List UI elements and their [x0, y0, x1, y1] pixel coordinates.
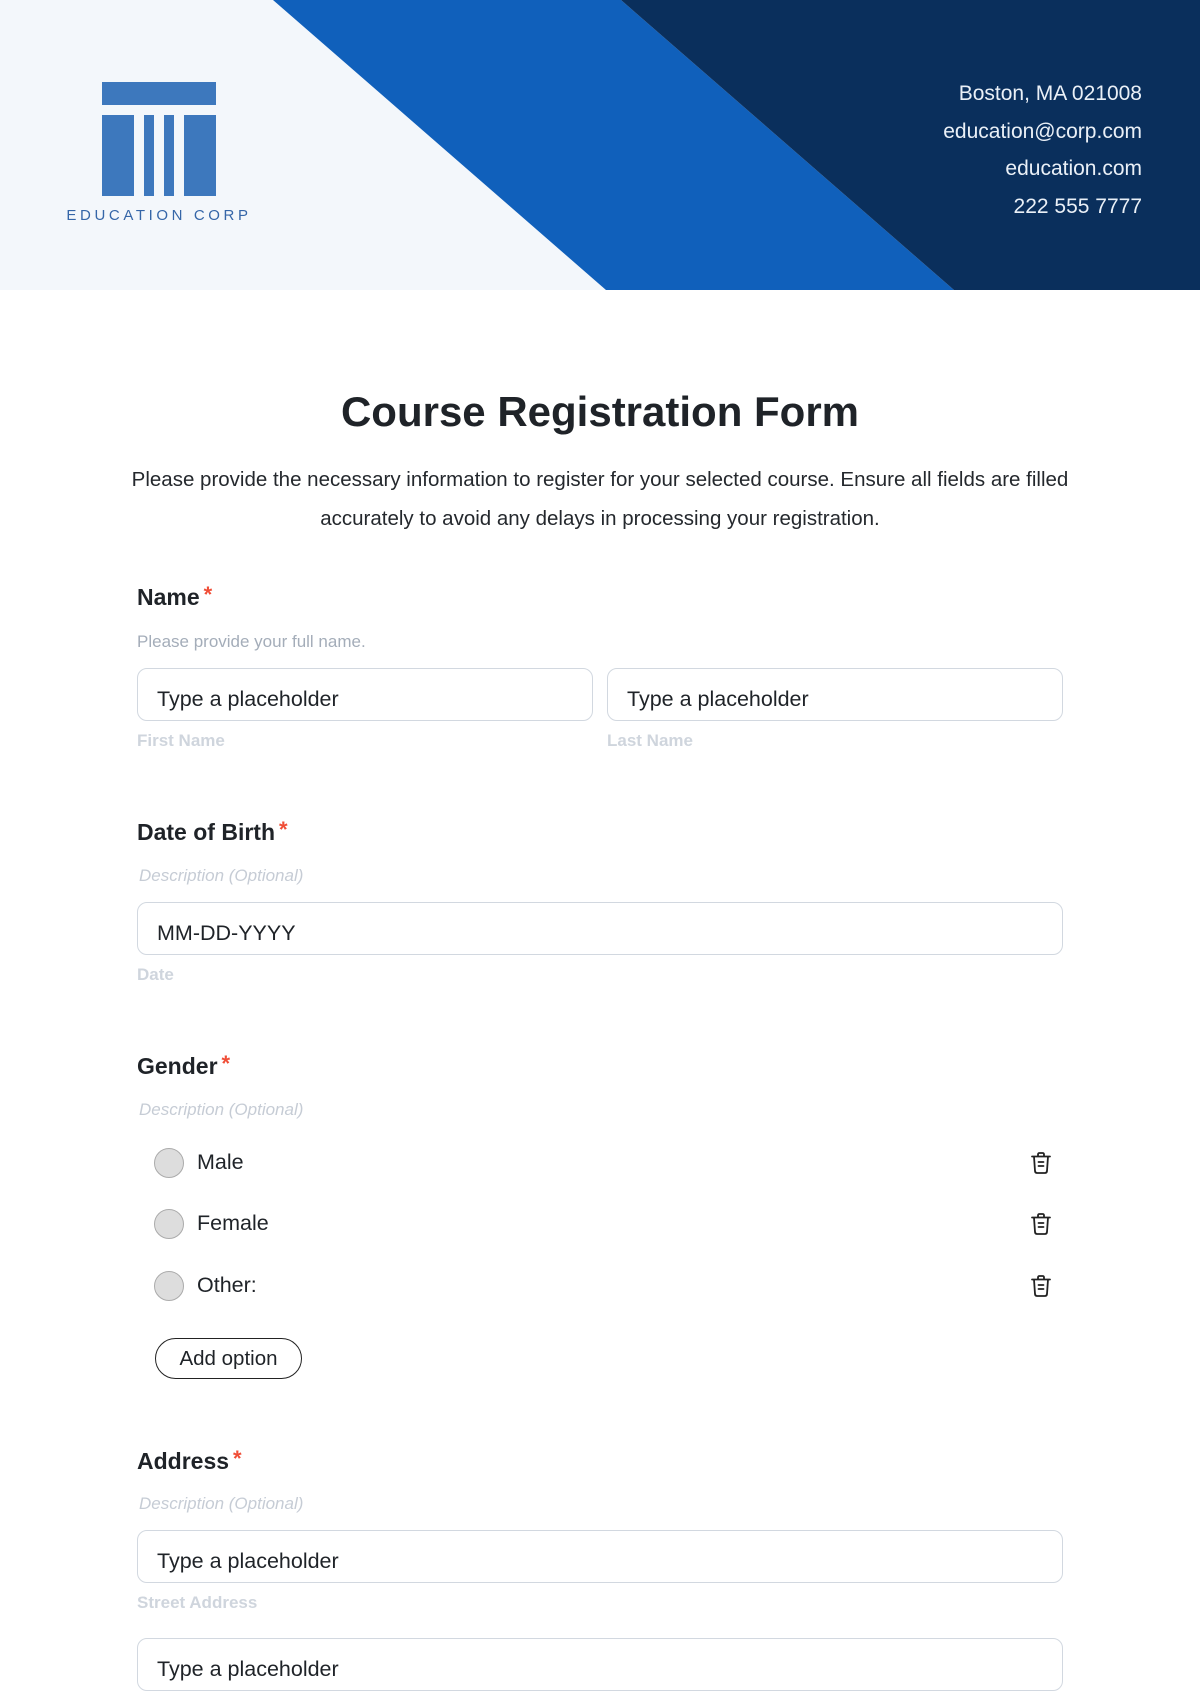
- first-name-input[interactable]: Type a placeholder: [137, 668, 593, 721]
- trash-icon[interactable]: [1028, 1273, 1054, 1299]
- date-of-birth-input[interactable]: MM-DD-YYYY: [137, 902, 1063, 955]
- logo-column: [184, 115, 216, 196]
- dob-placeholder: MM-DD-YYYY: [157, 921, 296, 945]
- logo-column: [144, 115, 154, 196]
- last-name-sublabel: Last Name: [607, 731, 693, 750]
- address-field-label: Address *: [137, 1446, 242, 1475]
- option-label[interactable]: Male: [197, 1150, 244, 1175]
- gender-option: Other:: [154, 1266, 1059, 1306]
- first-name-placeholder: Type a placeholder: [157, 687, 339, 711]
- header-banner: EDUCATION CORP Boston, MA 021008 educati…: [0, 0, 1200, 290]
- gender-field-label: Gender *: [137, 1051, 231, 1080]
- radio-button-male[interactable]: [154, 1148, 184, 1178]
- contact-website[interactable]: education.com: [943, 150, 1142, 188]
- gender-option: Female: [154, 1204, 1059, 1244]
- required-asterisk: *: [221, 1051, 231, 1076]
- street-address-sublabel: Street Address: [137, 1593, 258, 1612]
- name-field-description: Please provide your full name.: [137, 632, 366, 651]
- last-name-input[interactable]: Type a placeholder: [607, 668, 1063, 721]
- radio-button-female[interactable]: [154, 1209, 184, 1239]
- company-logo: EDUCATION CORP: [0, 0, 320, 290]
- gender-field-description: Description (Optional): [139, 1100, 304, 1119]
- dob-field-description: Description (Optional): [139, 866, 304, 885]
- option-label[interactable]: Other:: [197, 1273, 257, 1298]
- trash-icon[interactable]: [1028, 1150, 1054, 1176]
- gender-label-text: Gender: [137, 1053, 218, 1079]
- required-asterisk: *: [203, 582, 213, 607]
- dob-field-label: Date of Birth *: [137, 817, 288, 846]
- address-line-2-input[interactable]: Type a placeholder: [137, 1638, 1063, 1691]
- required-asterisk: *: [233, 1446, 242, 1471]
- street-address-placeholder: Type a placeholder: [157, 1549, 339, 1573]
- logo-pediment: [102, 82, 216, 105]
- address-label-text: Address: [137, 1448, 230, 1474]
- contact-email[interactable]: education@corp.com: [943, 113, 1142, 151]
- trash-icon[interactable]: [1028, 1211, 1054, 1237]
- form-title: Course Registration Form: [340, 388, 860, 435]
- form-intro: Please provide the necessary information…: [131, 468, 1069, 530]
- dob-label-text: Date of Birth: [137, 819, 275, 845]
- first-name-sublabel: First Name: [137, 731, 225, 750]
- name-field-label: Name *: [137, 582, 213, 611]
- logo-column: [102, 115, 134, 196]
- last-name-placeholder: Type a placeholder: [627, 687, 809, 711]
- dob-sublabel: Date: [137, 965, 174, 984]
- address-line-2-placeholder: Type a placeholder: [157, 1657, 339, 1681]
- contact-address: Boston, MA 021008: [958, 82, 1142, 105]
- brand-name: EDUCATION CORP: [66, 207, 252, 224]
- contact-phone: 222 555 7777: [1013, 194, 1142, 218]
- radio-button-other[interactable]: [154, 1271, 184, 1301]
- street-address-input[interactable]: Type a placeholder: [137, 1530, 1063, 1583]
- add-option-button[interactable]: Add option: [155, 1338, 302, 1379]
- required-asterisk: *: [279, 817, 288, 842]
- gender-option: Male: [154, 1143, 1059, 1183]
- logo-column: [164, 115, 174, 196]
- name-label-text: Name: [137, 584, 200, 610]
- option-label[interactable]: Female: [197, 1211, 269, 1236]
- address-field-description: Description (Optional): [139, 1494, 304, 1513]
- contact-info: Boston, MA 021008 education@corp.com edu…: [943, 75, 1142, 225]
